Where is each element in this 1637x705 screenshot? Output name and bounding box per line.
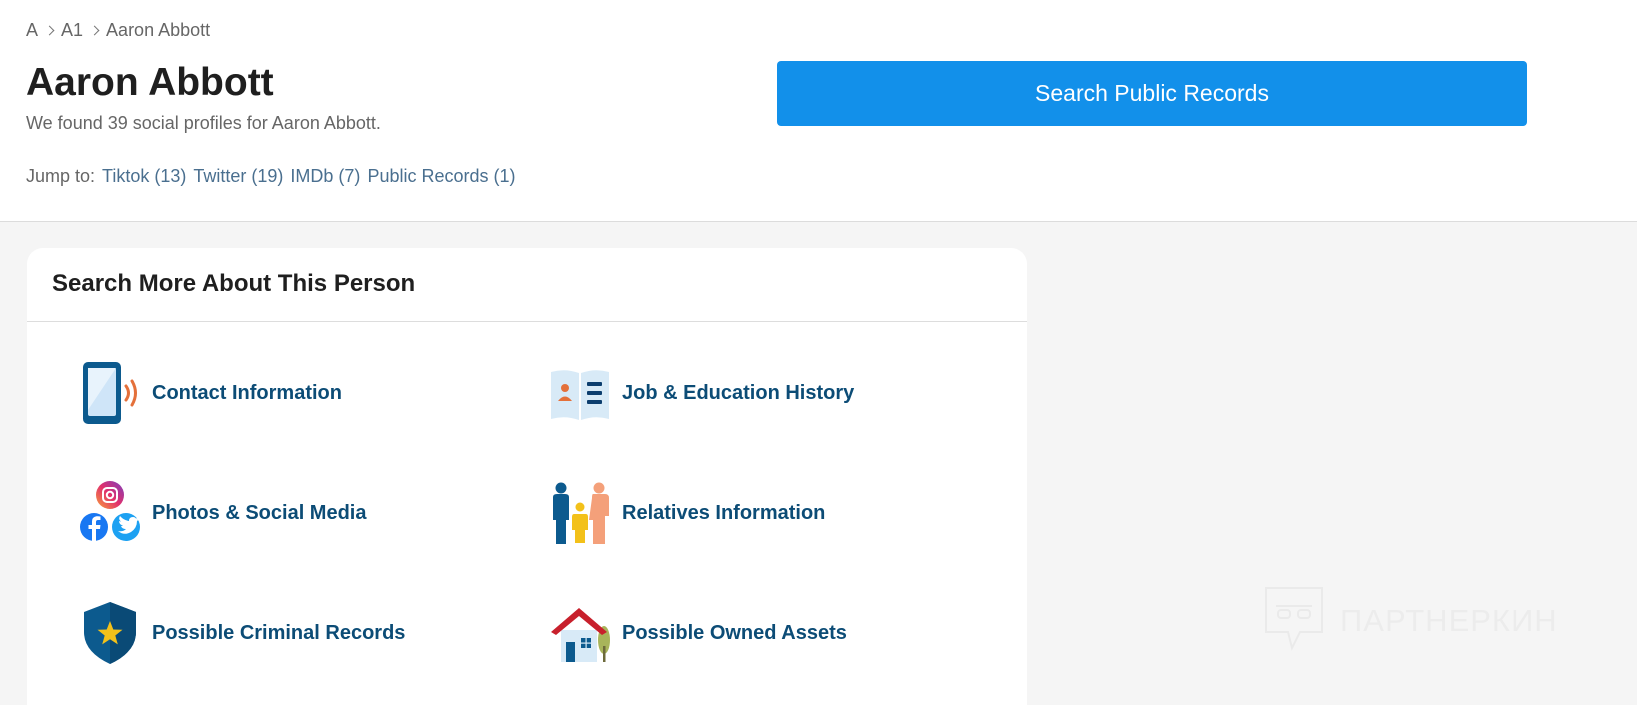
item-label: Photos & Social Media: [152, 501, 367, 524]
breadcrumb-current: Aaron Abbott: [106, 20, 211, 40]
item-label: Possible Owned Assets: [622, 621, 847, 644]
shield-star-icon: [79, 600, 141, 666]
breadcrumb-a1[interactable]: A1: [61, 20, 83, 41]
item-label: Relatives Information: [622, 501, 826, 524]
item-job-education-history[interactable]: Job & Education History: [549, 360, 854, 426]
page-title: Aaron Abbott: [26, 61, 274, 104]
chevron-right-icon: [89, 25, 100, 36]
book-icon: [549, 360, 611, 426]
item-relatives-information[interactable]: Relatives Information: [549, 480, 825, 546]
item-contact-information[interactable]: Contact Information: [79, 360, 342, 426]
search-public-records-button[interactable]: Search Public Records: [777, 61, 1527, 126]
jump-link-tiktok[interactable]: Tiktok (13): [102, 166, 186, 187]
jump-link-imdb[interactable]: IMDb (7): [290, 166, 360, 187]
page-header: A A1 Aaron Abbott Aaron Abbott We found …: [0, 0, 1637, 222]
item-label: Contact Information: [152, 381, 342, 404]
social-media-icon: [79, 480, 141, 546]
family-icon: [549, 480, 611, 546]
results-summary: We found 39 social profiles for Aaron Ab…: [26, 113, 381, 133]
jump-link-twitter[interactable]: Twitter (19): [193, 166, 283, 187]
item-label: Possible Criminal Records: [152, 621, 406, 644]
house-icon: [549, 600, 611, 666]
jump-label: Jump to:: [26, 166, 96, 186]
breadcrumb: A A1 Aaron Abbott: [26, 20, 210, 41]
phone-icon: [79, 360, 141, 426]
jump-link-public-records[interactable]: Public Records (1): [367, 166, 515, 187]
chevron-right-icon: [44, 25, 55, 36]
card-title: Search More About This Person: [27, 248, 1027, 322]
watermark-text: ПАРТНЕРКИН: [1340, 602, 1558, 638]
item-photos-social-media[interactable]: Photos & Social Media: [79, 480, 366, 546]
watermark: ПАРТНЕРКИН: [1262, 584, 1558, 657]
jump-to-nav: Jump to: Tiktok (13) Twitter (19) IMDb (…: [26, 166, 516, 187]
item-possible-criminal-records[interactable]: Possible Criminal Records: [79, 600, 405, 666]
watermark-logo-icon: [1262, 584, 1326, 657]
item-label: Job & Education History: [622, 381, 855, 404]
item-possible-owned-assets[interactable]: Possible Owned Assets: [549, 600, 847, 666]
search-more-card: Search More About This Person Contact In…: [27, 248, 1027, 705]
breadcrumb-a[interactable]: A: [26, 20, 38, 41]
